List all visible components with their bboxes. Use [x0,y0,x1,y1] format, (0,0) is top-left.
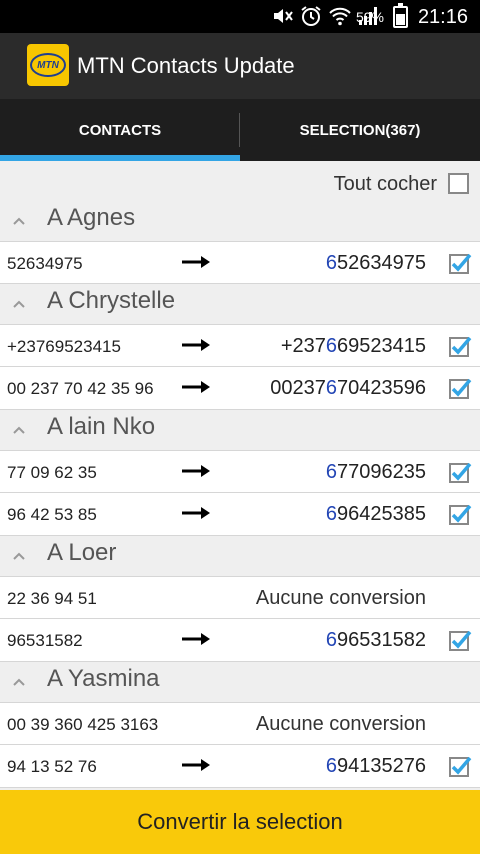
converted-rest: 52634975 [337,252,426,274]
mtn-logo-icon: MTN [27,44,69,86]
converted-highlight: 6 [325,503,338,525]
original-number: 94 13 52 76 [7,757,97,776]
logo-text: MTN [37,59,59,71]
converted-highlight: 6 [325,252,338,274]
check-all-row[interactable]: Tout cocher [0,161,480,201]
tab-bar: CONTACTS SELECTION(367) [0,99,480,161]
battery-percent: 59% [355,9,384,25]
contact-name: A Loer [47,539,117,566]
battery-icon [393,3,408,28]
contact-list[interactable]: Tout cocher A Agnes 52634975 652634975 A Ch… [0,161,480,790]
app-screen: 59% 21:16 MTN MTN Contacts Update CONTAC… [0,0,480,854]
original-number: 96531582 [7,631,83,650]
converted-number: +237669523415 [281,335,426,358]
checkbox-checked-icon[interactable] [448,754,472,778]
tab-selection[interactable]: SELECTION(367) [240,99,480,161]
converted-rest: 69523415 [337,335,426,357]
contact-group-header[interactable]: A Yasmina [0,662,480,702]
app-title: MTN Contacts Update [77,53,295,78]
arrow-right-icon [182,507,210,519]
arrow-right-icon [182,339,210,351]
converted-highlight: 6 [325,377,338,399]
contact-name: A Agnes [47,204,136,231]
contact-name: A lain Nko [47,413,156,440]
checkbox-checked-icon[interactable] [448,460,472,484]
check-all-label: Tout cocher [333,173,437,195]
original-number: 00 39 360 425 3163 [7,715,159,734]
converted-number: 696531582 [326,629,426,652]
chevron-up-icon [13,678,25,686]
number-row[interactable]: 94 13 52 76 694135276 [0,745,480,788]
original-number: 96 42 53 85 [7,505,97,524]
original-number: +23769523415 [7,337,121,356]
converted-highlight: 6 [325,335,338,357]
original-number: 22 36 94 51 [7,589,97,608]
arrow-right-icon [182,381,210,393]
contact-name: A Yasmina [47,665,160,692]
number-row[interactable]: 96 42 53 85 696425385 [0,493,480,536]
checkbox-checked-icon[interactable] [448,502,472,526]
contact-name: A Chrystelle [47,287,176,314]
converted-prefix: 00237 [270,377,326,399]
converted-number: 694135276 [326,755,426,778]
converted-rest: 96531582 [337,629,426,651]
chevron-up-icon [13,300,25,308]
arrow-right-icon [182,633,210,645]
converted-number: 677096235 [326,461,426,484]
chevron-up-icon [13,426,25,434]
wifi-icon [329,7,351,26]
no-conversion-label: Aucune conversion [255,587,426,609]
original-number: 77 09 62 35 [7,463,97,482]
convert-selection-button[interactable]: Convertir la selection [0,790,480,854]
chevron-up-icon [13,217,25,225]
converted-highlight: 6 [325,629,338,651]
converted-number: 00237670423596 [270,377,426,400]
check-all-checkbox[interactable] [448,173,469,194]
original-number: 52634975 [7,254,83,273]
converted-number: 696425385 [326,503,426,526]
arrow-right-icon [182,759,210,771]
checkbox-checked-icon[interactable] [448,334,472,358]
no-conversion-label: Aucune conversion [255,713,426,735]
converted-rest: 94135276 [337,755,426,777]
converted-rest: 70423596 [337,377,426,399]
number-row[interactable]: 77 09 62 35 677096235 [0,450,480,493]
status-bar: 59% 21:16 [0,0,480,33]
contact-group-header[interactable]: A Agnes [0,201,480,241]
checkbox-checked-icon[interactable] [448,628,472,652]
number-row[interactable]: 00 237 70 42 35 96 00237670423596 [0,367,480,410]
tab-contacts[interactable]: CONTACTS [0,99,240,161]
converted-number: 652634975 [326,252,426,275]
chevron-up-icon [13,552,25,560]
mute-icon [274,9,293,23]
converted-highlight: 6 [325,755,338,777]
checkbox-checked-icon[interactable] [448,251,472,275]
alarm-icon [301,6,321,26]
number-row[interactable]: 96531582 696531582 [0,619,480,662]
action-bar: MTN MTN Contacts Update [0,33,480,99]
contact-group-header[interactable]: A Loer [0,536,480,576]
checkbox-checked-icon[interactable] [448,376,472,400]
contact-group-header[interactable]: A lain Nko [0,410,480,450]
number-row[interactable]: 22 36 94 51 Aucune conversion [0,576,480,619]
contact-group-header[interactable]: A Chrystelle [0,284,480,324]
battery-fill [396,14,405,25]
arrow-right-icon [182,256,210,268]
converted-rest: 96425385 [337,503,426,525]
arrow-right-icon [182,465,210,477]
number-row[interactable]: 00 39 360 425 3163 Aucune conversion [0,702,480,745]
converted-prefix: +237 [280,335,326,357]
number-row[interactable]: +23769523415 +237669523415 [0,324,480,367]
number-row[interactable]: 52634975 652634975 [0,241,480,284]
original-number: 00 237 70 42 35 96 [7,379,154,398]
converted-rest: 77096235 [337,461,426,483]
converted-highlight: 6 [325,461,338,483]
clock: 21:16 [417,6,468,28]
